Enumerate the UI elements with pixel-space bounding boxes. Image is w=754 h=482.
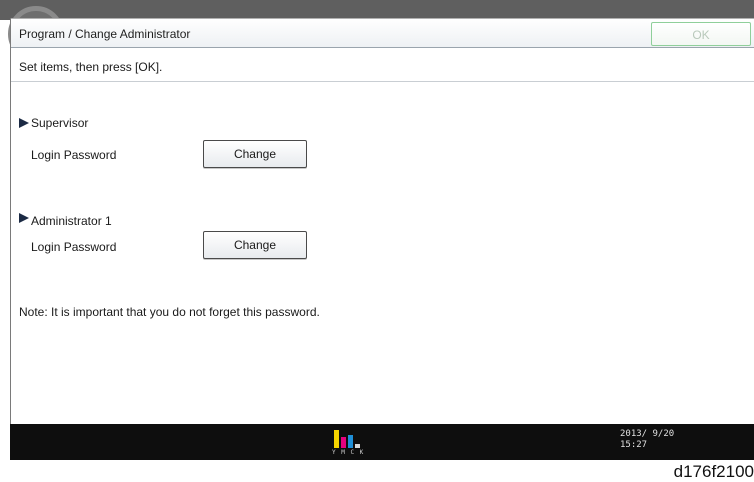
administrator-1-change-button[interactable]: Change [203, 231, 307, 259]
section-heading-supervisor: Supervisor [19, 116, 88, 130]
page-title: Program / Change Administrator [19, 27, 191, 41]
time-text: 15:27 [620, 440, 648, 450]
figure-caption: d176f2100 [673, 462, 754, 481]
administrator-1-login-password-label: Login Password [31, 240, 117, 254]
triangle-marker-icon [19, 118, 29, 128]
toner-level-icon [334, 430, 360, 448]
toner-level-bar [355, 444, 360, 448]
date-time: 2013/ 9/20 15:27 [620, 429, 674, 451]
supervisor-change-button[interactable]: Change [203, 140, 307, 168]
note-text: Note: It is important that you do not fo… [19, 305, 320, 319]
toner-level-bar [341, 437, 346, 448]
top-frame-strip [0, 0, 754, 62]
section-heading-administrator-1: Administrator 1 [19, 213, 112, 228]
triangle-marker-icon [19, 213, 29, 223]
toner-level-bar [334, 430, 339, 448]
supervisor-login-password-label: Login Password [31, 148, 117, 162]
toner-letters: Y M C K [332, 449, 365, 456]
status-bar: Y M C K 2013/ 9/20 15:27 [10, 424, 754, 460]
section-heading-label: Supervisor [31, 116, 89, 130]
program-admin-dialog: Program / Change Administrator OK Set it… [10, 18, 754, 424]
divider [11, 81, 754, 82]
instruction-text: Set items, then press [OK]. [19, 60, 163, 74]
toner-level-bar [348, 435, 353, 448]
ok-button[interactable]: OK [651, 22, 751, 46]
title-bar: Program / Change Administrator OK [11, 18, 754, 48]
section-heading-label: Administrator 1 [31, 214, 112, 228]
date-text: 2013/ 9/20 [620, 429, 675, 439]
